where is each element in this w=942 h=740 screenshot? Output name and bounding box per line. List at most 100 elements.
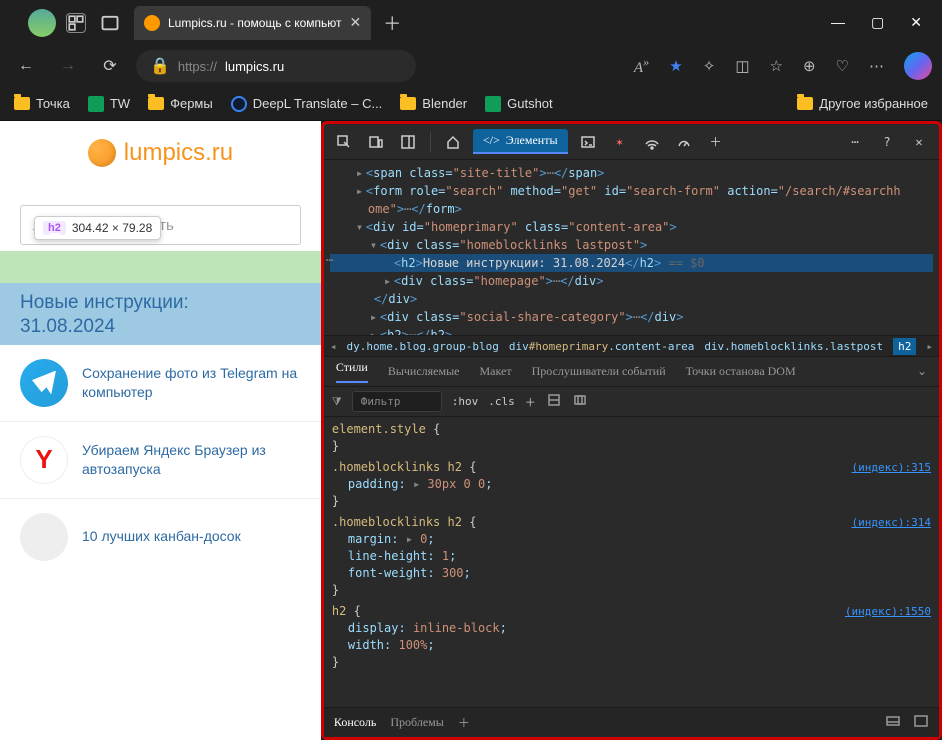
minimize-button[interactable]: —: [831, 14, 845, 31]
breadcrumb-selected[interactable]: h2: [893, 338, 916, 355]
console-tab-icon[interactable]: [576, 130, 600, 154]
problems-drawer-tab[interactable]: Проблемы: [390, 715, 443, 730]
dom-tree[interactable]: ▸<span class="site-title">⋯</span> ▸<for…: [324, 160, 939, 335]
profile-avatar[interactable]: [28, 9, 56, 37]
split-screen-icon[interactable]: ◫: [735, 57, 749, 75]
performance-icon[interactable]: ♡: [836, 57, 849, 75]
issues-icon[interactable]: ✶: [608, 130, 632, 154]
layout-tab[interactable]: Макет: [480, 364, 512, 379]
folder-icon: [14, 97, 30, 110]
tab-title: Lumpics.ru - помощь с компьют: [168, 16, 342, 30]
favorites-icon[interactable]: ☆: [770, 57, 783, 75]
scroll-left-icon[interactable]: ◂: [330, 340, 337, 353]
deepl-icon: [231, 96, 247, 112]
bookmark-item[interactable]: TW: [88, 96, 130, 112]
more-icon[interactable]: ⋯: [869, 57, 884, 75]
url-protocol: https://: [178, 59, 217, 74]
dom-breadcrumbs[interactable]: ◂ dy.home.blog.group-blog div#homeprimar…: [324, 335, 939, 357]
tab-actions-icon[interactable]: [100, 13, 120, 33]
bookmark-item[interactable]: Gutshot: [485, 96, 553, 112]
favorite-star-icon[interactable]: ★: [669, 57, 682, 75]
devtools-panel: </>Элементы ✶ ＋ ⋯ ? ✕ ▸<span class="site…: [321, 121, 942, 740]
telegram-icon: [20, 359, 68, 407]
grid-editor-icon[interactable]: [572, 392, 588, 411]
style-rule[interactable]: (индекс):1550 h2 { display: inline-block…: [332, 603, 931, 671]
styles-pane[interactable]: element.style {} (индекс):315 .homeblock…: [324, 417, 939, 707]
performance-icon[interactable]: [672, 130, 696, 154]
site-logo[interactable]: lumpics.ru: [0, 121, 321, 177]
lock-icon: 🔒: [150, 56, 170, 76]
styles-tab[interactable]: Стили: [336, 360, 368, 383]
close-devtools-icon[interactable]: ✕: [907, 130, 931, 154]
back-button[interactable]: ←: [10, 50, 42, 82]
computed-tab[interactable]: Вычисляемые: [388, 364, 460, 379]
collections-icon[interactable]: ⊕: [803, 57, 816, 75]
new-rule-icon[interactable]: ＋: [525, 394, 536, 410]
url-host: lumpics.ru: [225, 59, 284, 74]
flex-editor-icon[interactable]: [546, 392, 562, 411]
folder-icon: [148, 97, 164, 110]
style-rule[interactable]: (индекс):314 .homeblocklinks h2 { margin…: [332, 514, 931, 599]
devtools-menu-icon[interactable]: ⋯: [843, 130, 867, 154]
new-tab-button[interactable]: ＋: [383, 10, 401, 36]
tab-favicon: [144, 15, 160, 31]
welcome-tab-icon[interactable]: [441, 130, 465, 154]
bookmark-item[interactable]: Фермы: [148, 96, 213, 111]
article-item[interactable]: 10 лучших канбан-досок: [0, 499, 321, 575]
workspaces-icon[interactable]: [66, 13, 86, 33]
tooltip-dimensions: 304.42 × 79.28: [72, 221, 152, 235]
orange-icon: [88, 139, 116, 167]
style-rule[interactable]: element.style {}: [332, 421, 931, 455]
cls-toggle[interactable]: .cls: [488, 395, 515, 408]
read-aloud-icon[interactable]: A»: [634, 55, 649, 77]
extensions-icon[interactable]: ✧: [703, 57, 716, 75]
sheets-icon: [88, 96, 104, 112]
article-item[interactable]: Убираем Яндекс Браузер из автозапуска: [0, 422, 321, 499]
bookmark-item[interactable]: Точка: [14, 96, 70, 111]
bookmark-item[interactable]: DeepL Translate – C...: [231, 96, 383, 112]
refresh-button[interactable]: ⟳: [94, 50, 126, 82]
listeners-tab[interactable]: Прослушиватели событий: [532, 364, 666, 379]
drawer-icon[interactable]: [913, 713, 929, 733]
filter-icon: ⧩: [332, 395, 342, 409]
webpage-viewport: lumpics.ru h2 304.42 × 79.28 лему хотите…: [0, 121, 321, 740]
yandex-icon: [20, 436, 68, 484]
hov-toggle[interactable]: :hov: [452, 395, 479, 408]
elements-tab[interactable]: </>Элементы: [473, 129, 568, 154]
network-icon[interactable]: [640, 130, 664, 154]
close-window-button[interactable]: ✕: [910, 14, 922, 31]
source-link[interactable]: (индекс):1550: [845, 603, 931, 620]
article-item[interactable]: Сохранение фото из Telegram на компьютер: [0, 345, 321, 422]
help-icon[interactable]: ?: [875, 130, 899, 154]
bookmark-item[interactable]: Blender: [400, 96, 467, 111]
element-dimensions-tooltip: h2 304.42 × 79.28: [34, 216, 161, 240]
forward-button: →: [52, 50, 84, 82]
inspect-icon[interactable]: [332, 130, 356, 154]
maximize-button[interactable]: ▢: [871, 14, 884, 31]
more-tabs-icon[interactable]: ＋: [704, 130, 728, 154]
sheets-icon: [485, 96, 501, 112]
chevron-down-icon[interactable]: ⌄: [917, 364, 927, 379]
styles-filter-input[interactable]: Фильтр: [352, 391, 442, 412]
close-tab-icon[interactable]: ✕: [350, 14, 362, 31]
address-bar[interactable]: 🔒 https:// lumpics.ru: [136, 50, 416, 82]
selected-h2-element[interactable]: Новые инструкции: 31.08.2024: [0, 283, 321, 345]
source-link[interactable]: (индекс):314: [852, 514, 931, 531]
source-link[interactable]: (индекс):315: [852, 459, 931, 476]
dock-icon[interactable]: [396, 130, 420, 154]
browser-tab[interactable]: Lumpics.ru - помощь с компьют ✕: [134, 6, 371, 40]
dom-breakpoints-tab[interactable]: Точки останова DOM: [686, 364, 796, 379]
console-drawer-tab[interactable]: Консоль: [334, 715, 376, 730]
margin-overlay: [0, 251, 321, 283]
copilot-button[interactable]: [904, 52, 932, 80]
drawer-icon[interactable]: [885, 713, 901, 733]
kanban-icon: [20, 513, 68, 561]
tooltip-tag: h2: [43, 221, 66, 235]
other-bookmarks[interactable]: Другое избранное: [797, 96, 928, 111]
style-rule[interactable]: (индекс):315 .homeblocklinks h2 { paddin…: [332, 459, 931, 510]
scroll-right-icon[interactable]: ▸: [926, 340, 933, 353]
folder-icon: [400, 97, 416, 110]
device-toolbar-icon[interactable]: [364, 130, 388, 154]
folder-icon: [797, 97, 813, 110]
add-drawer-tab-icon[interactable]: ＋: [458, 714, 470, 731]
